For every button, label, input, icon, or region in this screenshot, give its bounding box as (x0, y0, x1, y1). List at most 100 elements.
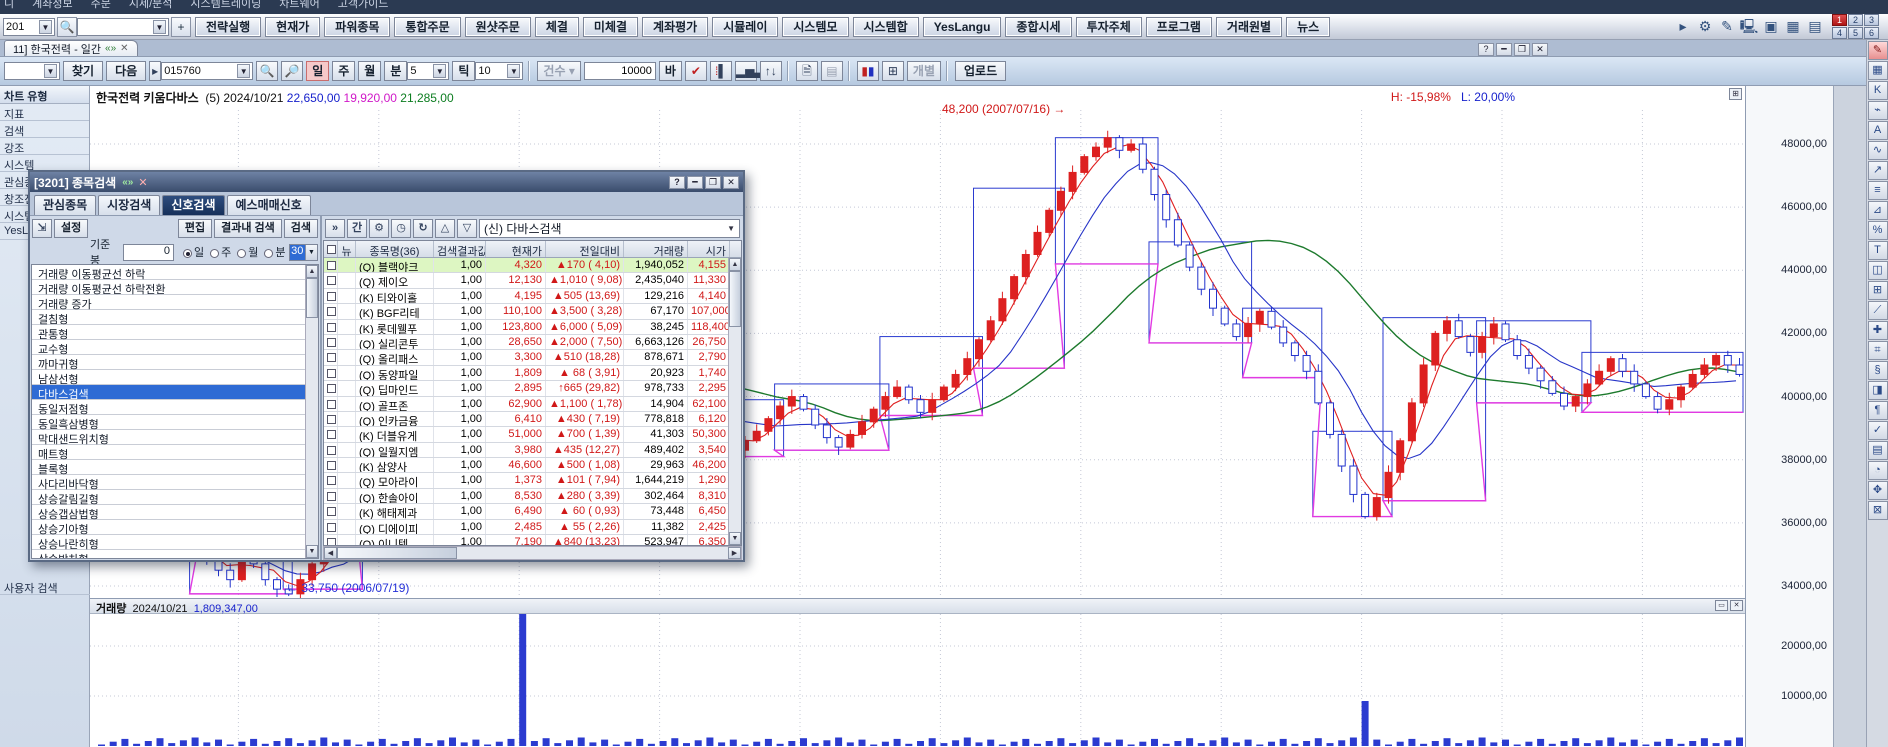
toolbar-button-6[interactable]: 미체결 (583, 17, 638, 37)
grid-icon[interactable]: ⊞ (882, 61, 904, 81)
right-tool-8[interactable]: ⊿ (1868, 201, 1888, 220)
table-header-3[interactable]: 현재가 (486, 241, 546, 257)
stock-combo[interactable]: ▼ (77, 18, 169, 36)
tab-close-icon[interactable]: ✕ (120, 43, 128, 54)
search-icon[interactable]: 🔍 (57, 17, 77, 37)
right-tool-2[interactable]: K (1868, 81, 1888, 100)
right-tool-18[interactable]: ¶ (1868, 401, 1888, 420)
table-row[interactable]: (Q) 일월지엠1,003,980▲435 (12,27)489,4023,54… (324, 443, 741, 458)
row-checkbox[interactable] (324, 397, 338, 411)
result-table[interactable]: 뉴종목명(36)검색결과값현재가전일대비거래량시가(Q) 블랙야크1,004,3… (323, 240, 742, 546)
toolbar-button-8[interactable]: 시뮬레이 (712, 17, 778, 37)
next-button[interactable]: 다음 (106, 61, 146, 81)
table-scrollbar[interactable]: ▲ ▼ (728, 258, 741, 545)
table-row[interactable]: (Q) 한솔아이1,008,530▲280 ( 3,39)302,4648,31… (324, 489, 741, 504)
table-header-2[interactable]: 검색결과값 (434, 241, 486, 257)
bar-count-input[interactable]: 10000 (584, 62, 656, 80)
find-button[interactable]: 찾기 (63, 61, 103, 81)
row-checkbox[interactable] (324, 320, 338, 334)
select-all-checkbox[interactable] (324, 241, 338, 257)
menu-item-2[interactable]: 주문 (91, 0, 111, 11)
pattern-list-scrollbar[interactable]: ▲ ▼ (305, 265, 318, 558)
pattern-list[interactable]: 거래량 이동평균선 하락거래량 이동평균선 하락전환거래량 증가걸침형관통형교수… (31, 264, 319, 559)
scroll-down-icon[interactable]: ▼ (729, 532, 741, 545)
table-row[interactable]: (Q) 딥마인드1,002,895↑665 (29,82)978,7332,29… (324, 381, 741, 396)
right-tool-23[interactable]: ⊠ (1868, 501, 1888, 520)
pattern-item-18[interactable]: 상승나란히형 (32, 535, 318, 550)
popup-tab-3[interactable]: 예스매매신호 (227, 195, 311, 215)
popup-nav-arrows-icon[interactable]: «» (122, 177, 133, 188)
row-checkbox[interactable] (324, 412, 338, 426)
right-tool-15[interactable]: ⌗ (1868, 341, 1888, 360)
popup-tab-close-icon[interactable]: ✕ (138, 176, 147, 189)
window-tile-1[interactable]: 1 (1832, 14, 1847, 26)
pane-maximize-icon[interactable]: ⊞ (1729, 88, 1742, 100)
table-row[interactable]: (K) 해태제과1,006,490▲ 60 ( 0,93)73,4486,450 (324, 504, 741, 519)
minute-combo[interactable]: 30 ▼ (289, 244, 318, 261)
right-tool-6[interactable]: ↗ (1868, 161, 1888, 180)
pane-minimize-icon[interactable]: ▭ (1715, 600, 1728, 611)
pattern-item-11[interactable]: 막대샌드위치형 (32, 430, 318, 445)
pattern-item-4[interactable]: 관통형 (32, 325, 318, 340)
refresh-icon[interactable]: ↻ (413, 219, 433, 238)
period-button-주[interactable]: 주 (332, 61, 355, 81)
individual-button[interactable]: 개별 (907, 61, 941, 81)
window-tile-4[interactable]: 4 (1832, 27, 1847, 39)
right-tool-16[interactable]: § (1868, 361, 1888, 380)
popup-tab-2[interactable]: 신호검색 (162, 195, 224, 215)
tab-chart-daily[interactable]: 11] 한국전력 - 일간 «» ✕ (4, 40, 138, 56)
signal-combo[interactable]: (신) 다바스검색 ▼ (479, 219, 740, 238)
sort-arrows-icon[interactable]: ↑↓ (760, 61, 782, 81)
table-row[interactable]: (Q) 골프존1,0062,900▲1,100 ( 1,78)14,90462,… (324, 397, 741, 412)
right-tool-10[interactable]: T (1868, 241, 1888, 260)
pattern-item-19[interactable]: 상승박차형 (32, 550, 318, 559)
settings-button[interactable]: 설정 (54, 219, 88, 238)
row-checkbox[interactable] (324, 520, 338, 534)
period-count-combo[interactable]: 5 ▼ (407, 62, 449, 80)
right-tool-20[interactable]: ▤ (1868, 441, 1888, 460)
chevron-down-icon[interactable]: ▼ (153, 20, 166, 34)
tab-nav-arrows-icon[interactable]: «» (105, 43, 116, 54)
popup-tab-0[interactable]: 관심종목 (34, 195, 96, 215)
popup-window-control-2[interactable]: ❐ (705, 176, 721, 189)
chevron-down-icon[interactable]: ▼ (44, 64, 57, 78)
pattern-item-9[interactable]: 동일저점형 (32, 400, 318, 415)
scatter-chart-icon[interactable]: ⁞▌ (710, 61, 732, 81)
right-tool-11[interactable]: ◫ (1868, 261, 1888, 280)
row-checkbox[interactable] (324, 458, 338, 472)
bar-chart-icon[interactable]: ▂▅▃ (735, 61, 757, 81)
window-tile-3[interactable]: 3 (1864, 14, 1879, 26)
toolbar-button-9[interactable]: 시스템모 (782, 17, 848, 37)
clock-icon[interactable]: ◷ (391, 219, 411, 238)
toolbar-button-0[interactable]: 전략실행 (195, 17, 261, 37)
table-header-6[interactable]: 시가 (688, 241, 730, 257)
chevron-down-icon[interactable]: ▼ (507, 64, 520, 78)
scroll-down-icon[interactable]: ▼ (306, 545, 318, 558)
toolbar-button-5[interactable]: 체결 (535, 17, 579, 37)
menu-item-6[interactable]: 고객가이드 (338, 0, 389, 11)
scroll-left-icon[interactable]: ◀ (324, 547, 337, 559)
menu-item-3[interactable]: 시세/분석 (129, 0, 173, 11)
right-tool-21[interactable]: ◔ (1868, 461, 1888, 480)
dock-header-chart-type[interactable]: 차트 유형 (0, 86, 89, 104)
add-button[interactable]: + (171, 17, 191, 37)
radio-월[interactable] (237, 249, 246, 258)
printer-icon[interactable]: ▤ (1804, 16, 1826, 37)
period-button-월[interactable]: 월 (358, 61, 381, 81)
gear-icon[interactable]: ⚙ (369, 219, 389, 238)
tick-button[interactable]: 틱 (452, 61, 475, 81)
window-control-3[interactable]: ✕ (1532, 43, 1548, 56)
chevron-down-icon[interactable]: ▼ (433, 64, 446, 78)
pattern-item-12[interactable]: 매트형 (32, 445, 318, 460)
window-control-1[interactable]: ━ (1496, 43, 1512, 56)
row-checkbox[interactable] (324, 289, 338, 303)
expand-icon[interactable]: » (325, 219, 345, 238)
popup-tab-1[interactable]: 시장검색 (98, 195, 160, 215)
pattern-item-5[interactable]: 교수형 (32, 340, 318, 355)
right-tool-12[interactable]: ⊞ (1868, 281, 1888, 300)
table-row[interactable]: (Q) 인카금융1,006,410▲430 ( 7,19)778,8186,12… (324, 412, 741, 427)
gear-icon[interactable]: ⚙ (1694, 16, 1716, 37)
toolbar-button-16[interactable]: 뉴스 (1286, 17, 1330, 37)
toolbar-button-12[interactable]: 종합시세 (1005, 17, 1071, 37)
pattern-item-16[interactable]: 상승갭삼법형 (32, 505, 318, 520)
